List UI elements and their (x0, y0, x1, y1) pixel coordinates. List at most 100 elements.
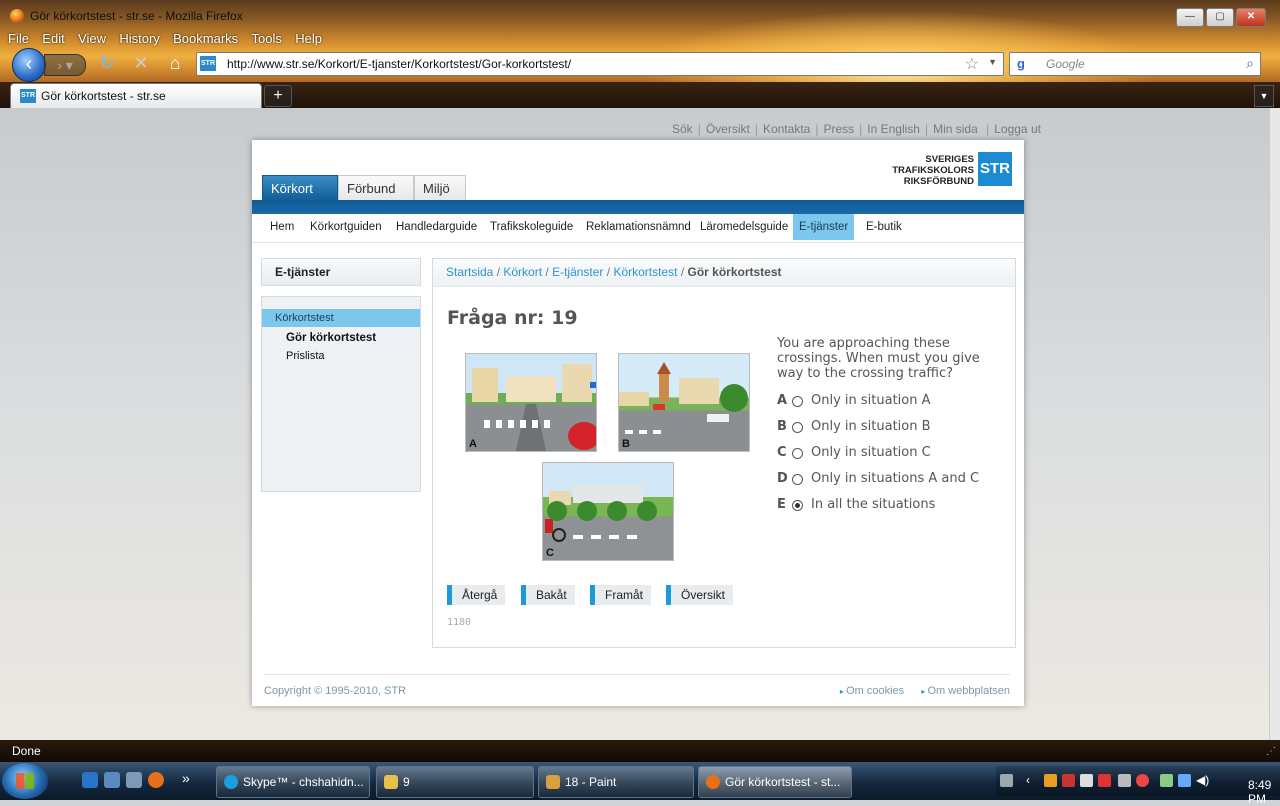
url-bar[interactable]: STR http://www.str.se/Korkort/E-tjanster… (196, 52, 1004, 76)
home-icon[interactable]: ⌂ (164, 52, 186, 74)
footer-link-om-cookies[interactable]: Om cookies (840, 685, 904, 697)
resize-grip[interactable]: ⋰ (1266, 746, 1276, 757)
menu-edit[interactable]: Edit (42, 30, 64, 48)
tab-list-dropdown[interactable]: ▼ (1254, 85, 1274, 107)
sidebar-item-korkortstest[interactable]: Körkortstest (262, 309, 420, 327)
maximize-button[interactable]: ▢ (1206, 8, 1234, 27)
taskbar-paint[interactable]: 18 - Paint (538, 766, 694, 798)
reload-icon[interactable]: ↻ (96, 52, 118, 74)
subnav-handledarguide[interactable]: Handledarguide (390, 214, 483, 240)
nav-band (252, 200, 1024, 214)
menu-history[interactable]: History (119, 30, 159, 48)
menu-tools[interactable]: Tools (252, 30, 282, 48)
answer-radio-c[interactable] (792, 448, 803, 459)
menu-view[interactable]: View (78, 30, 106, 48)
menu-file[interactable]: File (8, 30, 29, 48)
site-page: Körkort Förbund Miljö SVERIGES TRAFIKSKO… (252, 140, 1024, 706)
page-viewport: Sök | Översikt | Kontakta | Press | In English | M… (0, 108, 1280, 740)
breadcrumb-startsida[interactable]: Startsida (446, 265, 493, 279)
str-logo[interactable]: SVERIGES TRAFIKSKOLORS RIKSFÖRBUND STR (888, 152, 1012, 188)
answer-radio-b[interactable] (792, 422, 803, 433)
sidebar-item-prislista[interactable]: Prislista (262, 347, 420, 365)
url-text[interactable]: http://www.str.se/Korkort/E-tjanster/Kor… (227, 57, 571, 71)
tray-app-icon-5[interactable] (1136, 774, 1149, 787)
top-link-logga-ut[interactable]: Logga ut (994, 122, 1041, 136)
str-logo-mark: STR (978, 152, 1012, 186)
history-dropdown-icon[interactable]: ▼ (988, 57, 997, 67)
clock[interactable]: 8:49 PM (1248, 778, 1280, 806)
framat-button[interactable]: Framåt (590, 585, 652, 605)
answer-radio-e[interactable] (792, 500, 803, 511)
window-title: Gör körkortstest - str.se - Mozilla Fire… (30, 9, 243, 23)
network-icon[interactable] (1178, 774, 1191, 787)
tab-gor-korkortstest[interactable]: STR Gör körkortstest - str.se (10, 83, 262, 108)
menu-bookmarks[interactable]: Bookmarks (173, 30, 238, 48)
close-button[interactable]: ✕ (1236, 8, 1266, 27)
search-engine-icon[interactable]: g (1013, 56, 1029, 72)
top-link-in-english[interactable]: In English (867, 122, 920, 136)
question-id: 1180 (447, 617, 472, 628)
tab-korkort[interactable]: Körkort (262, 175, 338, 202)
antivirus-icon[interactable] (1062, 774, 1075, 787)
bookmark-star-icon[interactable]: ☆ (965, 54, 979, 74)
atergaa-button[interactable]: Återgå (447, 585, 506, 605)
sidebar-item-gor-korkortstest[interactable]: Gör körkortstest (262, 329, 420, 347)
tab-forbund[interactable]: Förbund (338, 175, 414, 202)
tray-app-icon-4[interactable] (1118, 774, 1131, 787)
answer-radio-a[interactable] (792, 396, 803, 407)
top-link-kontakta[interactable]: Kontakta (763, 122, 810, 136)
back-button[interactable]: ‹ (12, 48, 46, 82)
top-link-min-sida[interactable]: Min sida (933, 122, 978, 136)
breadcrumb-korkortstest[interactable]: Körkortstest (613, 265, 677, 279)
quicklaunch-chevron[interactable]: » (182, 770, 190, 786)
vertical-scrollbar[interactable] (1269, 108, 1280, 740)
firefox-icon (10, 9, 24, 23)
top-link-sok[interactable]: Sök (672, 122, 693, 136)
bakat-button[interactable]: Bakåt (521, 585, 575, 605)
subnav-e-butik[interactable]: E-butik (860, 214, 908, 240)
menu-bar: File Edit View History Bookmarks Tools H… (8, 30, 332, 48)
keyboard-icon[interactable] (1000, 774, 1013, 787)
subnav-reklamationsnamnd[interactable]: Reklamationsnämnd (580, 214, 697, 240)
taskbar: » Skype™ - chshahidn... 9 18 - Paint Gör… (0, 762, 1280, 806)
breadcrumb-e-tjanster[interactable]: E-tjänster (552, 265, 603, 279)
taskbar-firefox[interactable]: Gör körkortstest - st... (698, 766, 852, 798)
subnav-trafikskoleguide[interactable]: Trafikskoleguide (484, 214, 579, 240)
safely-remove-icon[interactable] (1160, 774, 1173, 787)
str-favicon: STR (20, 89, 36, 103)
browser-chrome: Gör körkortstest - str.se - Mozilla Fire… (0, 0, 1280, 108)
minimize-button[interactable]: — (1176, 8, 1204, 27)
new-tab-button[interactable]: + (264, 85, 292, 107)
tray-app-icon-2[interactable] (1080, 774, 1093, 787)
show-desktop-icon[interactable] (104, 772, 120, 788)
ie-icon[interactable] (82, 772, 98, 788)
volume-icon[interactable]: ◀) (1196, 774, 1209, 787)
tab-bar: STR Gör körkortstest - str.se + ▼ (0, 82, 1280, 108)
site-identity-icon[interactable]: STR (200, 56, 216, 71)
search-icon[interactable]: ⌕ (1246, 55, 1254, 72)
tray-app-icon-1[interactable] (1044, 774, 1057, 787)
firefox-quicklaunch-icon[interactable] (148, 772, 164, 788)
answer-radio-d[interactable] (792, 474, 803, 485)
tray-app-icon-3[interactable] (1098, 774, 1111, 787)
taskbar-folder-9[interactable]: 9 (376, 766, 534, 798)
tray-expand-icon[interactable]: ‹ (1026, 774, 1039, 787)
stop-icon[interactable]: ✕ (130, 52, 152, 74)
start-button[interactable] (2, 763, 48, 799)
taskbar-skype[interactable]: Skype™ - chshahidn... (216, 766, 370, 798)
top-link-oversikt[interactable]: Översikt (706, 122, 750, 136)
switch-windows-icon[interactable] (126, 772, 142, 788)
top-link-press[interactable]: Press (823, 122, 854, 136)
breadcrumb-korkort[interactable]: Körkort (503, 265, 542, 279)
search-input[interactable]: Google (1046, 57, 1085, 71)
subnav-laromedelsguide[interactable]: Läromedelsguide (694, 214, 794, 240)
forward-button[interactable]: › ▾ (44, 54, 86, 76)
subnav-e-tjanster[interactable]: E-tjänster (793, 214, 855, 240)
subnav-korkortguiden[interactable]: Körkortguiden (304, 214, 388, 240)
tab-miljo[interactable]: Miljö (414, 175, 466, 202)
subnav-hem[interactable]: Hem (264, 214, 300, 240)
footer-link-om-webbplatsen[interactable]: Om webbplatsen (921, 685, 1010, 697)
search-bar[interactable]: g Google ⌕ (1009, 52, 1261, 76)
menu-help[interactable]: Help (295, 30, 322, 48)
oversikt-button[interactable]: Översikt (666, 585, 734, 605)
